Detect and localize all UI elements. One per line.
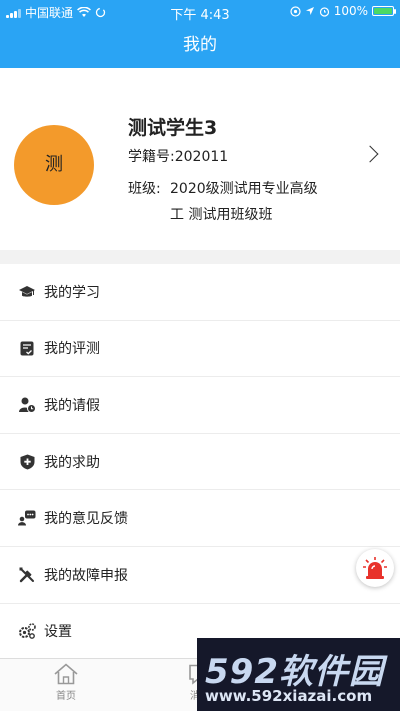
menu-item-my-feedback[interactable]: 我的意见反馈	[0, 490, 400, 547]
shield-plus-icon	[18, 453, 36, 471]
watermark-url: www.592xiazai.com	[205, 687, 373, 705]
chat-feedback-icon	[18, 509, 36, 527]
section-divider	[0, 250, 400, 264]
tools-icon	[18, 566, 36, 584]
class-value-line2: 工 测试用班级班	[170, 207, 273, 223]
location-icon	[305, 7, 314, 15]
emergency-alarm-button[interactable]	[356, 549, 394, 587]
menu-item-label: 我的学习	[44, 284, 100, 301]
menu-item-label: 设置	[44, 624, 72, 641]
menu-list: 我的学习 我的评测 我的请假 我的求助 我的意见反馈 我的故障申报 设置	[0, 264, 400, 661]
menu-item-my-help[interactable]: 我的求助	[0, 434, 400, 491]
menu-item-label: 我的请假	[44, 397, 100, 414]
lock-rotation-icon	[290, 5, 301, 17]
student-id: 学籍号:202011	[128, 149, 229, 165]
battery-icon	[372, 6, 396, 16]
menu-item-label: 我的故障申报	[44, 567, 128, 584]
clipboard-check-icon	[18, 339, 36, 357]
tab-label: 首页	[56, 691, 76, 702]
alarm-clock-icon	[319, 6, 329, 17]
class-info: 班级: 2020级测试用专业高级 工 测试用班级班	[128, 176, 338, 228]
chevron-right-icon[interactable]	[361, 145, 379, 163]
user-clock-icon	[18, 396, 36, 414]
class-label: 班级:	[128, 181, 161, 197]
gears-icon	[18, 622, 36, 640]
tab-home[interactable]: 首页	[36, 663, 96, 702]
graduation-cap-icon	[18, 283, 36, 301]
watermark-brand: 592软件园	[205, 652, 384, 692]
avatar: 测	[14, 125, 94, 205]
class-value-line1: 2020级测试用专业高级	[170, 181, 318, 197]
menu-item-my-leave[interactable]: 我的请假	[0, 377, 400, 434]
menu-item-my-fault-report[interactable]: 我的故障申报	[0, 547, 400, 604]
battery-percent: 100%	[333, 4, 368, 18]
siren-icon	[363, 557, 387, 579]
student-name: 测试学生3	[128, 117, 218, 139]
status-bar: 中国联通 下午 4:43 100%	[0, 0, 400, 23]
menu-item-label: 我的评测	[44, 341, 100, 358]
home-icon	[54, 663, 78, 685]
menu-item-my-evaluation[interactable]: 我的评测	[0, 321, 400, 378]
menu-item-my-study[interactable]: 我的学习	[0, 264, 400, 321]
watermark-logo: 592软件园 www.592xiazai.com	[197, 638, 400, 711]
menu-item-label: 我的求助	[44, 454, 100, 471]
menu-item-label: 我的意见反馈	[44, 511, 128, 528]
page-title: 我的	[0, 22, 400, 68]
profile-card[interactable]: 测 测试学生3 学籍号:202011 班级: 2020级测试用专业高级 工 测试用…	[0, 68, 400, 250]
